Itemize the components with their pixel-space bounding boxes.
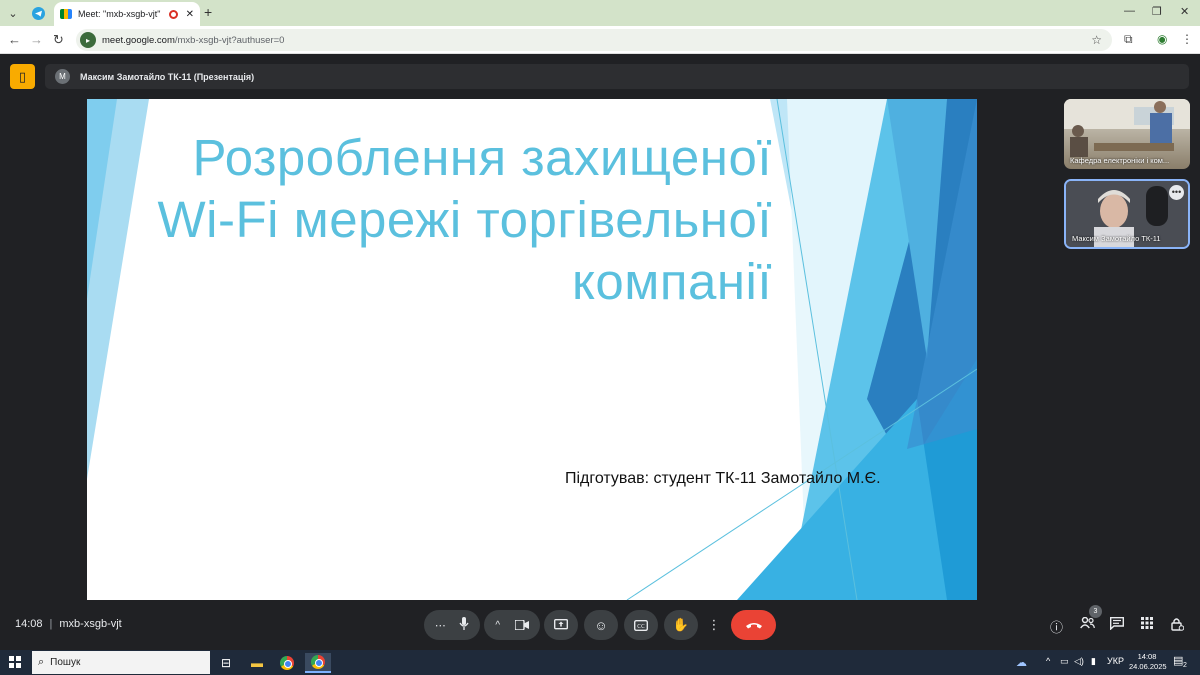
power-icon[interactable]: ▮ — [1091, 656, 1096, 667]
windows-start-icon[interactable] — [9, 656, 21, 668]
taskbar-search-box[interactable]: ⌕ Пошук — [32, 651, 210, 674]
tab-search-chevron-icon[interactable]: ⌄ — [4, 4, 22, 22]
profile-icon[interactable]: ◉ — [1157, 32, 1167, 46]
file-explorer-icon[interactable]: ▬ — [244, 653, 270, 673]
reload-icon[interactable]: ↻ — [53, 32, 64, 48]
participant-name: Кафедра електроніки і ком... — [1070, 156, 1170, 165]
activities-grid-icon[interactable] — [1141, 617, 1153, 632]
presenter-avatar: M — [55, 69, 70, 84]
meeting-code: mxb-xsgb-vjt — [59, 618, 122, 630]
participant-count-badge: 3 — [1089, 605, 1102, 618]
window-restore-icon[interactable]: ❐ — [1152, 5, 1162, 18]
participant-more-options-icon[interactable]: ••• — [1169, 185, 1184, 200]
raise-hand-button[interactable]: ✋ — [664, 610, 698, 640]
hand-icon: ✋ — [672, 617, 690, 632]
participant-tile[interactable]: Кафедра електроніки і ком... — [1064, 99, 1190, 169]
notification-count: 2 — [1183, 662, 1187, 669]
present-screen-icon — [554, 619, 568, 630]
presentation-banner: M Максим Замотайло ТК-11 (Презентація) — [45, 64, 1189, 89]
bookmark-star-icon[interactable]: ☆ — [1091, 33, 1102, 47]
meet-companion-logo-icon[interactable]: ▯ — [10, 64, 35, 89]
browser-toolbar: ← → ↻ ▸ meet.google.com /mxb-xsgb-vjt?au… — [0, 26, 1200, 54]
recording-indicator-icon — [168, 9, 178, 19]
video-control-group: ^ — [484, 610, 540, 640]
network-icon[interactable]: ▭ — [1060, 656, 1069, 667]
host-controls-lock-icon[interactable] — [1171, 617, 1185, 634]
extensions-puzzle-icon[interactable]: ⧉ — [1124, 32, 1133, 47]
chrome-icon — [280, 656, 294, 670]
svg-text:CC: CC — [637, 623, 645, 629]
people-icon[interactable] — [1080, 616, 1095, 632]
captions-button[interactable]: CC — [624, 610, 658, 640]
search-icon: ⌕ — [38, 656, 45, 668]
input-language[interactable]: УКР — [1107, 656, 1124, 666]
tray-overflow-chevron-icon[interactable]: ^ — [1046, 656, 1050, 666]
meeting-info-icon[interactable]: ⓘ — [1050, 617, 1063, 636]
url-host: meet.google.com — [102, 34, 175, 46]
taskbar-clock[interactable]: 14:08 24.06.2025 — [1129, 652, 1167, 672]
volume-icon[interactable]: ◁) — [1074, 656, 1084, 667]
chrome-taskbar-icon[interactable] — [274, 653, 300, 673]
camera-icon[interactable] — [513, 618, 529, 633]
participant-tile[interactable]: ••• Максим Замотайло ТК-11 — [1064, 179, 1190, 249]
participant-name: Максим Замотайло ТК-11 — [1072, 234, 1161, 243]
active-tab-meet[interactable]: Meet: "mxb-xsgb-vjt" ✕ — [54, 2, 200, 26]
clock-date: 24.06.2025 — [1129, 662, 1167, 671]
more-options-icon: ⋮ — [707, 617, 721, 632]
tab-close-icon[interactable]: ✕ — [186, 9, 194, 20]
slide-author-line: Підготував: студент ТК-11 Замотайло М.Є. — [565, 470, 881, 487]
address-bar[interactable]: ▸ meet.google.com /mxb-xsgb-vjt?authuser… — [76, 29, 1112, 51]
video-options-chevron-icon[interactable]: ^ — [495, 620, 500, 631]
more-options-button[interactable]: ⋮ — [704, 610, 724, 640]
chrome-active-taskbar-icon[interactable] — [305, 653, 331, 673]
slide-title-line: Wi-Fi мережі торгівельної — [157, 191, 772, 248]
clock-time: 14:08 — [1137, 652, 1157, 661]
task-view-icon[interactable]: ⊟ — [213, 653, 239, 673]
forward-arrow-icon[interactable]: → — [30, 32, 43, 47]
tab-title: Meet: "mxb-xsgb-vjt" — [78, 9, 161, 19]
meeting-details: 14:08 | mxb-xsgb-vjt — [15, 618, 122, 630]
url-path: /mxb-xsgb-vjt?authuser=0 — [174, 34, 285, 46]
chat-icon[interactable] — [1110, 617, 1124, 633]
leave-call-button[interactable] — [731, 610, 776, 640]
telegram-tab-icon[interactable] — [29, 4, 47, 22]
audio-options-icon[interactable]: ⋯ — [435, 619, 446, 632]
chrome-icon — [311, 655, 325, 669]
presentation-label: Максим Замотайло ТК-11 (Презентація) — [80, 71, 255, 82]
microphone-icon[interactable] — [459, 616, 469, 634]
emoji-icon: ☺ — [594, 617, 608, 633]
slide-title-line: Розроблення захищеної — [192, 129, 772, 186]
meeting-time: 14:08 — [15, 618, 43, 630]
hang-up-phone-icon — [745, 623, 762, 629]
new-tab-plus-icon[interactable]: + — [204, 4, 212, 20]
site-info-icon[interactable]: ▸ — [80, 32, 96, 48]
reactions-button[interactable]: ☺ — [584, 610, 618, 640]
browser-menu-icon[interactable]: ⋮ — [1181, 32, 1193, 46]
captions-icon: CC — [634, 619, 648, 631]
taskbar-search-placeholder: Пошук — [50, 657, 81, 668]
back-arrow-icon[interactable]: ← — [8, 32, 21, 47]
window-minimize-icon[interactable]: — — [1124, 5, 1135, 17]
notifications-icon[interactable]: ▤ — [1173, 654, 1183, 667]
slide-title: Розроблення захищеної Wi-Fi мережі торгі… — [147, 127, 772, 313]
shared-presentation-slide: Розроблення захищеної Wi-Fi мережі торгі… — [87, 99, 977, 600]
browser-tab-bar: ⌄ Meet: "mxb-xsgb-vjt" ✕ + — ❐ ✕ — [0, 0, 1200, 26]
present-screen-button[interactable] — [544, 610, 578, 640]
window-close-icon[interactable]: ✕ — [1180, 5, 1189, 18]
weather-icon[interactable]: ☁ — [1016, 656, 1027, 669]
google-meet-favicon-icon — [60, 9, 72, 19]
slide-title-line: компанії — [572, 253, 772, 310]
audio-control-group: ⋯ — [424, 610, 480, 640]
